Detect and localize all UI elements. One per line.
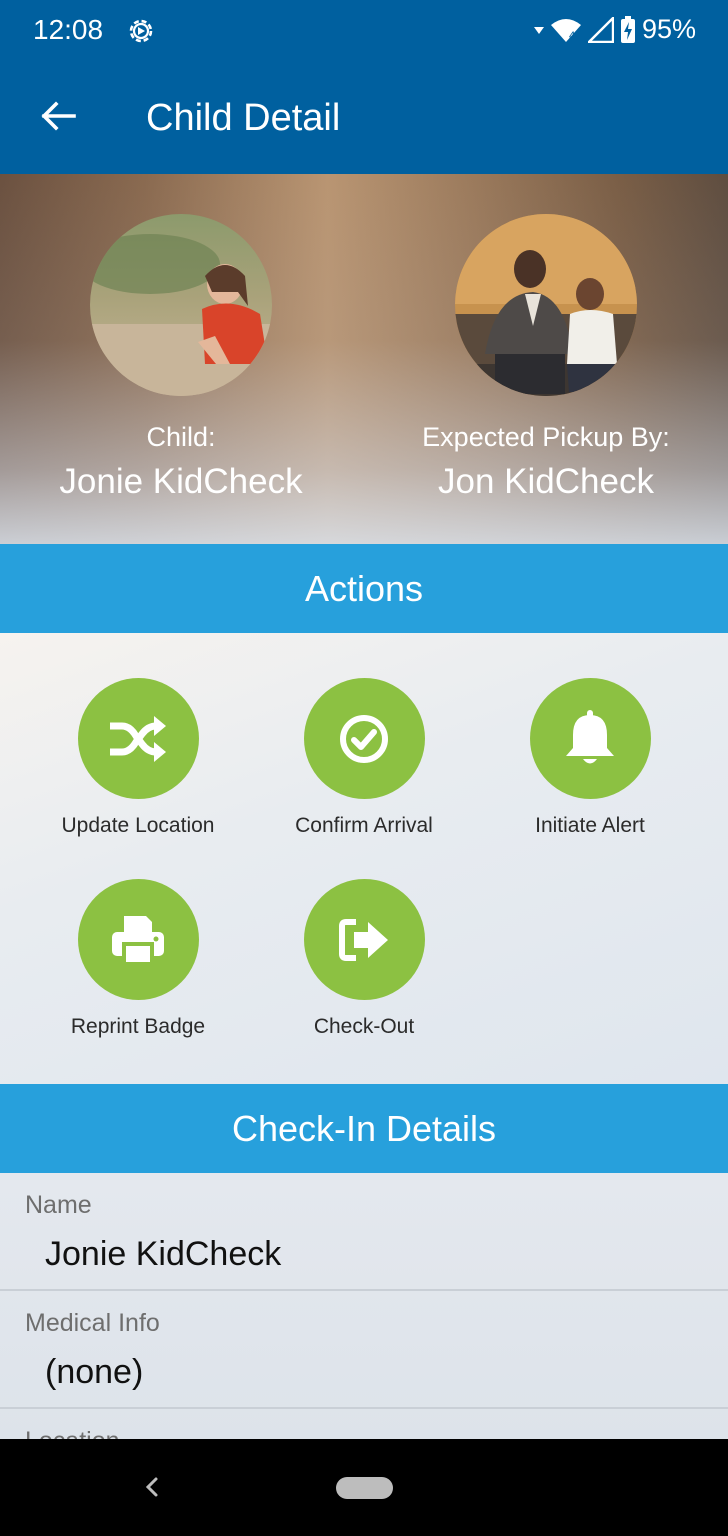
detail-label: Location bbox=[25, 1427, 120, 1439]
update-location-button[interactable]: Update Location bbox=[25, 678, 251, 838]
status-time: 12:08 bbox=[33, 14, 104, 45]
checkin-header: Check-In Details bbox=[0, 1084, 728, 1173]
confirm-arrival-circle[interactable] bbox=[303, 678, 425, 799]
bell-icon bbox=[566, 709, 614, 763]
settings-gear-icon bbox=[129, 19, 153, 43]
actions-panel: Update Location Confirm Arrival Initiate… bbox=[0, 633, 728, 1084]
check-circle-icon bbox=[340, 714, 388, 763]
pickup-avatar[interactable] bbox=[455, 214, 637, 396]
detail-row-medical: Medical Info (none) bbox=[0, 1291, 728, 1409]
pickup-name: Jon KidCheck bbox=[438, 462, 654, 501]
child-caption: Child: bbox=[146, 422, 216, 452]
reprint-badge-button[interactable]: Reprint Badge bbox=[25, 879, 251, 1039]
confirm-arrival-button[interactable]: Confirm Arrival bbox=[251, 678, 477, 838]
app-bar: Child Detail bbox=[0, 62, 728, 174]
update-location-label: Update Location bbox=[61, 814, 215, 837]
check-out-label: Check-Out bbox=[313, 1015, 415, 1038]
shuffle-icon bbox=[110, 715, 166, 762]
wifi-icon: 4 bbox=[550, 18, 581, 42]
data-arrow-icon bbox=[533, 26, 544, 34]
nav-home-pill[interactable] bbox=[336, 1477, 393, 1499]
check-out-circle[interactable] bbox=[303, 879, 425, 1000]
detail-value: (none) bbox=[45, 1353, 144, 1391]
detail-row-location: Location bbox=[0, 1409, 728, 1439]
nav-back-icon[interactable] bbox=[140, 1471, 164, 1503]
status-bar: 12:08 4 95% bbox=[0, 0, 728, 62]
status-indicators: 4 95% bbox=[533, 14, 696, 45]
child-photo bbox=[90, 214, 272, 396]
pickup-photo bbox=[455, 214, 637, 396]
reprint-badge-circle[interactable] bbox=[77, 879, 199, 1000]
cell-signal-icon bbox=[587, 16, 614, 43]
printer-icon bbox=[112, 915, 164, 966]
battery-percent: 95% bbox=[641, 14, 696, 44]
back-button[interactable] bbox=[30, 88, 86, 144]
battery-charging-icon bbox=[620, 15, 635, 43]
check-out-button[interactable]: Check-Out bbox=[251, 879, 477, 1039]
pickup-caption: Expected Pickup By: bbox=[422, 422, 670, 452]
svg-text:4: 4 bbox=[569, 30, 575, 42]
update-location-circle[interactable] bbox=[77, 678, 199, 799]
initiate-alert-label: Initiate Alert bbox=[535, 814, 645, 837]
detail-label: Name bbox=[25, 1191, 92, 1219]
reprint-badge-label: Reprint Badge bbox=[70, 1015, 206, 1038]
sign-out-icon bbox=[339, 918, 388, 961]
actions-header: Actions bbox=[0, 544, 728, 633]
confirm-arrival-label: Confirm Arrival bbox=[295, 814, 433, 837]
child-name: Jonie KidCheck bbox=[59, 462, 303, 501]
detail-value: Jonie KidCheck bbox=[45, 1235, 282, 1273]
page-title: Child Detail bbox=[146, 97, 341, 139]
child-avatar[interactable] bbox=[90, 214, 272, 396]
initiate-alert-button[interactable]: Initiate Alert bbox=[477, 678, 703, 838]
hero-banner: Child: Jonie KidCheck Expected Pickup By… bbox=[0, 174, 728, 544]
checkin-details-list: Name Jonie KidCheck Medical Info (none) … bbox=[0, 1173, 728, 1439]
initiate-alert-circle[interactable] bbox=[529, 678, 651, 799]
detail-row-name: Name Jonie KidCheck bbox=[0, 1173, 728, 1291]
arrow-left-icon bbox=[41, 101, 76, 131]
detail-label: Medical Info bbox=[25, 1309, 160, 1337]
